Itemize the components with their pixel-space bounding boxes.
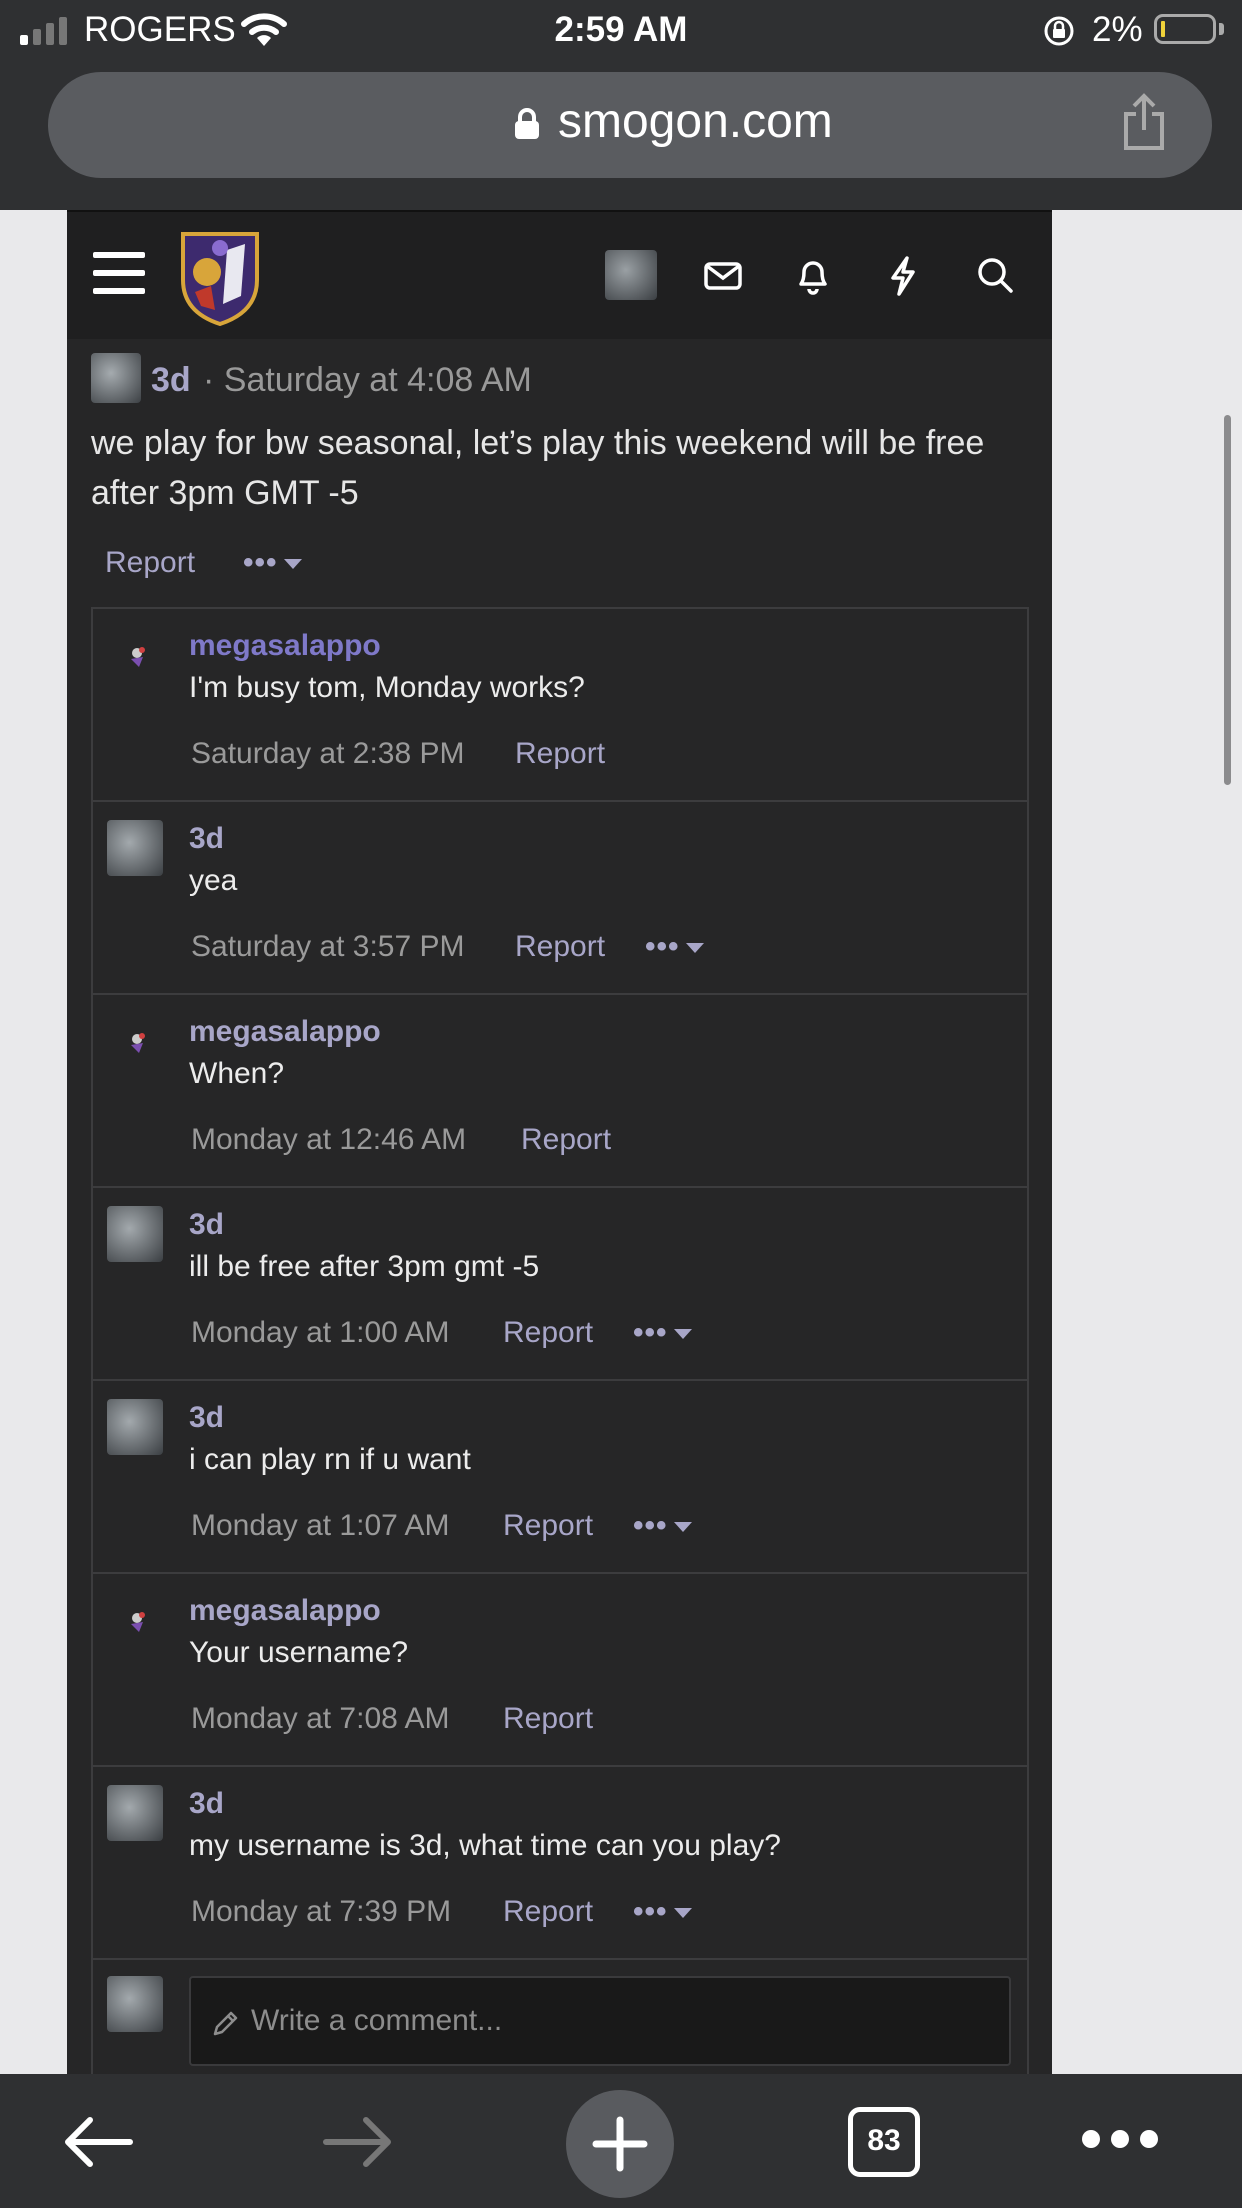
more-options-button[interactable]: ••• bbox=[633, 1509, 692, 1543]
orientation-lock-icon bbox=[1044, 16, 1074, 46]
comment-timestamp[interactable]: Monday at 7:39 PM bbox=[191, 1895, 451, 1929]
comment-input[interactable]: Write a comment... bbox=[189, 1976, 1011, 2066]
web-page: 3d · Saturday at 4:08 AM we play for bw … bbox=[67, 210, 1052, 2074]
comment-timestamp[interactable]: Saturday at 2:38 PM bbox=[191, 737, 465, 771]
avatar[interactable] bbox=[107, 820, 163, 876]
more-options-button[interactable]: ••• bbox=[243, 546, 302, 580]
tab-count: 83 bbox=[867, 2124, 901, 2157]
avatar[interactable] bbox=[123, 1606, 153, 1636]
chevron-down-icon bbox=[685, 943, 704, 954]
report-link[interactable]: Report bbox=[503, 1702, 593, 1736]
more-dots: ••• bbox=[633, 1509, 668, 1542]
lock-icon bbox=[515, 108, 539, 139]
more-dots: ••• bbox=[243, 546, 278, 579]
battery-icon bbox=[1154, 14, 1216, 44]
comment-timestamp[interactable]: Saturday at 3:57 PM bbox=[191, 930, 465, 964]
chevron-down-icon bbox=[673, 1522, 692, 1533]
more-options-button[interactable]: ••• bbox=[633, 1316, 692, 1350]
avatar[interactable] bbox=[107, 1399, 163, 1455]
bolt-icon[interactable] bbox=[887, 252, 919, 298]
browser-toolbar: 83 bbox=[0, 2074, 1242, 2208]
more-dots: ••• bbox=[645, 930, 680, 963]
battery-nub bbox=[1219, 23, 1224, 35]
comment-author[interactable]: 3d bbox=[189, 1401, 224, 1435]
avatar[interactable] bbox=[91, 353, 141, 403]
comment: megasalappo I'm busy tom, Monday works? … bbox=[93, 609, 1027, 802]
more-options-button[interactable]: ••• bbox=[645, 930, 704, 964]
reply-row: Write a comment... bbox=[93, 1960, 1027, 2074]
avatar[interactable] bbox=[107, 1785, 163, 1841]
comment-timestamp[interactable]: Monday at 1:07 AM bbox=[191, 1509, 450, 1543]
new-tab-button[interactable] bbox=[566, 2090, 674, 2198]
status-bar: ROGERS 2:59 AM 2% bbox=[0, 0, 1242, 62]
post-body: we play for bw seasonal, let’s play this… bbox=[91, 424, 985, 512]
comment: megasalappo When? Monday at 12:46 AM Rep… bbox=[93, 995, 1027, 1188]
more-dots: ••• bbox=[633, 1316, 668, 1349]
comment-input-placeholder: Write a comment... bbox=[251, 2004, 503, 2037]
comment-author[interactable]: 3d bbox=[189, 1208, 224, 1242]
chevron-down-icon bbox=[673, 1908, 692, 1919]
comment-timestamp[interactable]: Monday at 1:00 AM bbox=[191, 1316, 450, 1350]
plus-icon bbox=[592, 2116, 648, 2172]
report-link[interactable]: Report bbox=[521, 1123, 611, 1157]
comment-text: yea bbox=[189, 864, 238, 897]
bell-icon[interactable] bbox=[795, 252, 831, 298]
battery-percent: 2% bbox=[1092, 10, 1143, 49]
comment-timestamp[interactable]: Monday at 12:46 AM bbox=[191, 1123, 466, 1157]
avatar[interactable] bbox=[107, 1206, 163, 1262]
pencil-icon bbox=[213, 2011, 238, 2036]
comment-text: Your username? bbox=[189, 1636, 409, 1669]
report-link[interactable]: Report bbox=[515, 737, 605, 771]
comment-author[interactable]: 3d bbox=[189, 1787, 224, 1821]
more-dots: ••• bbox=[633, 1895, 668, 1928]
back-arrow-icon[interactable] bbox=[58, 2110, 138, 2174]
chevron-down-icon bbox=[673, 1329, 692, 1340]
comment-timestamp[interactable]: Monday at 7:08 AM bbox=[191, 1702, 450, 1736]
avatar[interactable] bbox=[123, 1027, 153, 1057]
tabs-button[interactable]: 83 bbox=[848, 2107, 920, 2177]
post-timestamp[interactable]: · Saturday at 4:08 AM bbox=[203, 361, 532, 400]
site-header bbox=[67, 210, 1052, 339]
avatar[interactable] bbox=[123, 641, 153, 671]
comment-text: ill be free after 3pm gmt -5 bbox=[189, 1250, 540, 1283]
forward-arrow-icon[interactable] bbox=[318, 2110, 398, 2174]
comment-text: I'm busy tom, Monday works? bbox=[189, 671, 585, 704]
scrollbar[interactable] bbox=[1224, 415, 1231, 785]
report-link[interactable]: Report bbox=[515, 930, 605, 964]
mail-icon[interactable] bbox=[703, 252, 743, 298]
chevron-down-icon bbox=[283, 559, 302, 570]
share-icon[interactable] bbox=[1120, 92, 1168, 152]
report-link[interactable]: Report bbox=[503, 1895, 593, 1929]
comment: megasalappo Your username? Monday at 7:0… bbox=[93, 1574, 1027, 1767]
menu-icon[interactable] bbox=[93, 252, 145, 298]
search-icon[interactable] bbox=[975, 252, 1015, 298]
comment: 3d ill be free after 3pm gmt -5 Monday a… bbox=[93, 1188, 1027, 1381]
comment-author[interactable]: megasalappo bbox=[189, 1015, 381, 1049]
comment-author[interactable]: 3d bbox=[189, 822, 224, 856]
comment: 3d i can play rn if u want Monday at 1:0… bbox=[93, 1381, 1027, 1574]
report-link[interactable]: Report bbox=[503, 1509, 593, 1543]
report-link[interactable]: Report bbox=[105, 546, 195, 580]
avatar bbox=[107, 1976, 163, 2032]
comment-author[interactable]: megasalappo bbox=[189, 1594, 381, 1628]
user-avatar[interactable] bbox=[605, 250, 657, 300]
url-text: smogon.com bbox=[558, 95, 833, 148]
more-options-button[interactable]: ••• bbox=[633, 1895, 692, 1929]
comment-text: i can play rn if u want bbox=[189, 1443, 471, 1476]
comment-text: my username is 3d, what time can you pla… bbox=[189, 1829, 781, 1862]
comment: 3d my username is 3d, what time can you … bbox=[93, 1767, 1027, 1960]
report-link[interactable]: Report bbox=[503, 1316, 593, 1350]
comment-text: When? bbox=[189, 1057, 285, 1090]
post-author[interactable]: 3d bbox=[151, 361, 191, 400]
smogon-logo[interactable] bbox=[175, 226, 265, 326]
comment-author[interactable]: megasalappo bbox=[189, 629, 381, 663]
url-bar[interactable]: smogon.com bbox=[48, 72, 1212, 178]
comment: 3d yea Saturday at 3:57 PM Report ••• bbox=[93, 802, 1027, 995]
more-menu-icon[interactable] bbox=[1082, 2130, 1169, 2153]
comment-list: megasalappo I'm busy tom, Monday works? … bbox=[91, 607, 1029, 2074]
browser-top-chrome: ROGERS 2:59 AM 2% smogon.com bbox=[0, 0, 1242, 210]
